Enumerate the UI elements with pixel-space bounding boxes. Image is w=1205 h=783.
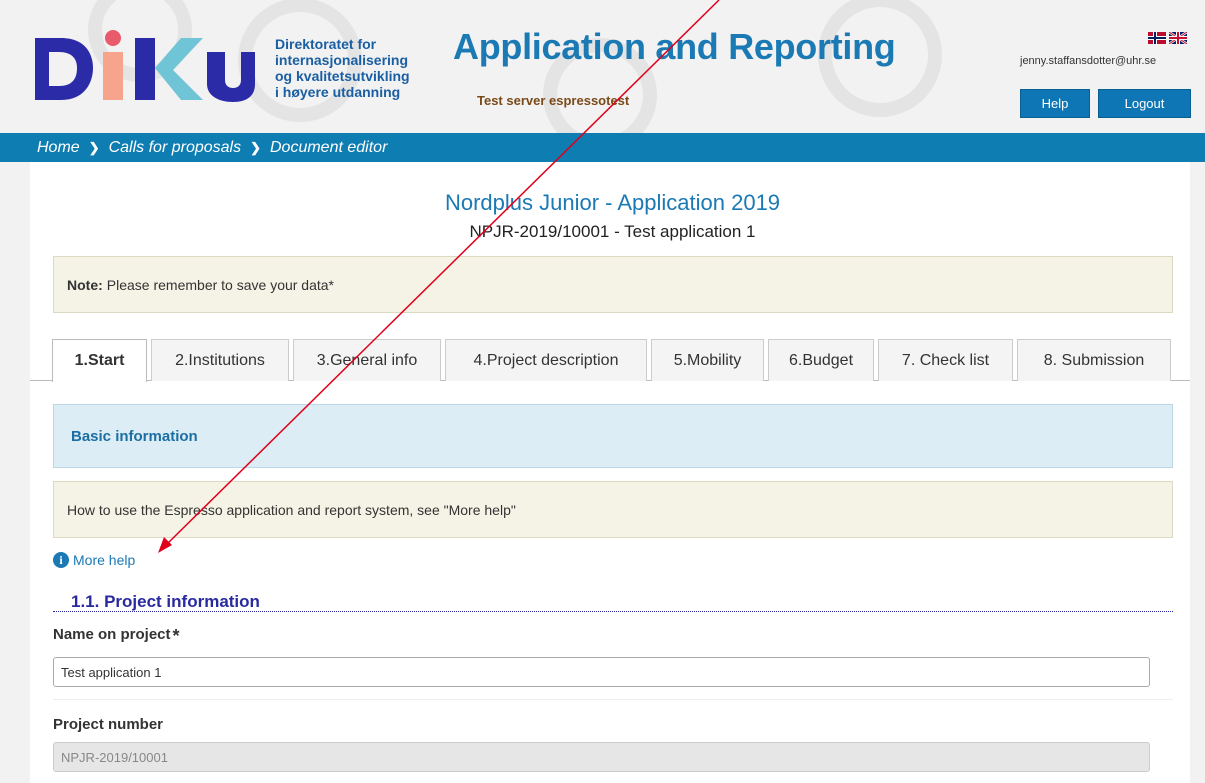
basic-information-panel: Basic information <box>53 404 1173 468</box>
project-name-label: Name on project * <box>53 626 180 647</box>
org-line: og kvalitetsutvikling <box>275 68 410 84</box>
chevron-right-icon: ❯ <box>250 139 261 155</box>
tab-institutions[interactable]: 2.Institutions <box>151 339 289 381</box>
note-text: Please remember to save your data* <box>106 276 335 293</box>
help-button[interactable]: Help <box>1020 89 1090 118</box>
required-marker: * <box>172 626 180 646</box>
project-name-label-text: Name on project <box>53 626 171 643</box>
save-note: Note: Please remember to save your data* <box>53 256 1173 313</box>
more-help-label: More help <box>73 552 136 568</box>
document-tabs: 1.Start 2.Institutions 3.General info 4.… <box>52 339 1175 382</box>
organization-name: Direktoratet for internasjonalisering og… <box>275 36 410 100</box>
note-label: Note: <box>67 276 103 293</box>
project-name-input[interactable] <box>53 657 1150 687</box>
section-heading: 1.1. Project information <box>53 592 1173 612</box>
breadcrumb: Home ❯ Calls for proposals ❯ Document ed… <box>0 133 1205 162</box>
org-line: i høyere utdanning <box>275 84 401 100</box>
breadcrumb-document-editor: Document editor <box>270 138 388 156</box>
right-margin <box>1190 162 1205 783</box>
user-email: jenny.staffansdotter@uhr.se <box>1020 55 1157 67</box>
server-label: Test server espressotest <box>477 93 630 108</box>
site-header: Direktoratet for internasjonalisering og… <box>0 0 1205 133</box>
info-icon: i <box>53 552 69 568</box>
project-number-label: Project number <box>53 716 164 733</box>
tab-check-list[interactable]: 7. Check list <box>878 339 1013 381</box>
annotation-arrow-head <box>158 537 172 553</box>
howto-note: How to use the Espresso application and … <box>53 481 1173 538</box>
tab-mobility[interactable]: 5.Mobility <box>651 339 764 381</box>
project-number-input <box>53 742 1150 772</box>
page-subtitle: NPJR-2019/10001 - Test application 1 <box>469 222 756 241</box>
uk-flag-icon[interactable] <box>1169 32 1187 44</box>
norway-flag-icon[interactable] <box>1148 32 1166 44</box>
app-title: Application and Reporting <box>453 26 896 67</box>
breadcrumb-home[interactable]: Home <box>37 139 80 157</box>
field-divider <box>53 699 1173 700</box>
language-switcher <box>1148 32 1187 44</box>
tab-general-info[interactable]: 3.General info <box>293 339 441 381</box>
logout-button[interactable]: Logout <box>1098 89 1191 118</box>
tab-budget[interactable]: 6.Budget <box>768 339 874 381</box>
diku-logo <box>35 30 255 102</box>
more-help-link[interactable]: i More help <box>53 552 135 568</box>
tab-submission[interactable]: 8. Submission <box>1017 339 1171 381</box>
org-line: internasjonalisering <box>275 52 409 68</box>
left-margin <box>0 162 30 783</box>
breadcrumb-calls[interactable]: Calls for proposals <box>109 139 242 157</box>
org-line: Direktoratet for <box>275 36 377 52</box>
tab-project-description[interactable]: 4.Project description <box>445 339 647 381</box>
chevron-right-icon: ❯ <box>88 139 100 155</box>
page-title: Nordplus Junior - Application 2019 <box>444 190 781 215</box>
tab-start[interactable]: 1.Start <box>52 339 147 382</box>
